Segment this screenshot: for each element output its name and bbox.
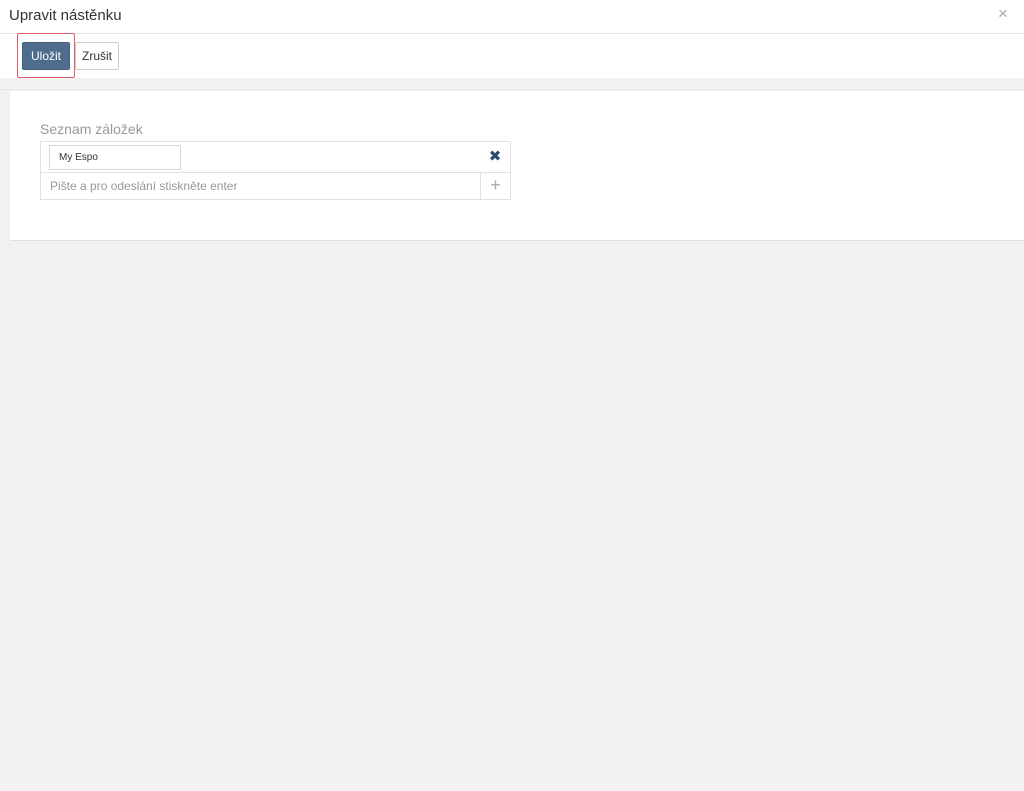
toolbar-separator: [0, 78, 1024, 90]
remove-tab-icon[interactable]: ✖: [488, 149, 502, 165]
new-tab-input[interactable]: Pište a pro odeslání stiskněte enter: [41, 173, 481, 199]
left-backdrop-strip: [0, 0, 10, 791]
tab-list-item: My Espo ✖: [41, 142, 510, 173]
tab-list-field: My Espo ✖ Pište a pro odeslání stiskněte…: [40, 141, 511, 200]
dialog-toolbar: [0, 34, 1024, 78]
edit-dashboard-dialog: Upravit nástěnku × Uložit Zrušit Seznam …: [0, 0, 1024, 791]
tab-list-label: Seznam záložek: [40, 121, 143, 137]
dialog-title: Upravit nástěnku: [9, 7, 122, 24]
add-tab-icon[interactable]: +: [481, 173, 510, 199]
tab-name-input[interactable]: My Espo: [49, 145, 181, 170]
save-button[interactable]: Uložit: [22, 42, 70, 70]
dialog-header: Upravit nástěnku ×: [0, 0, 1024, 34]
close-icon[interactable]: ×: [994, 5, 1012, 23]
cancel-button[interactable]: Zrušit: [75, 42, 119, 70]
